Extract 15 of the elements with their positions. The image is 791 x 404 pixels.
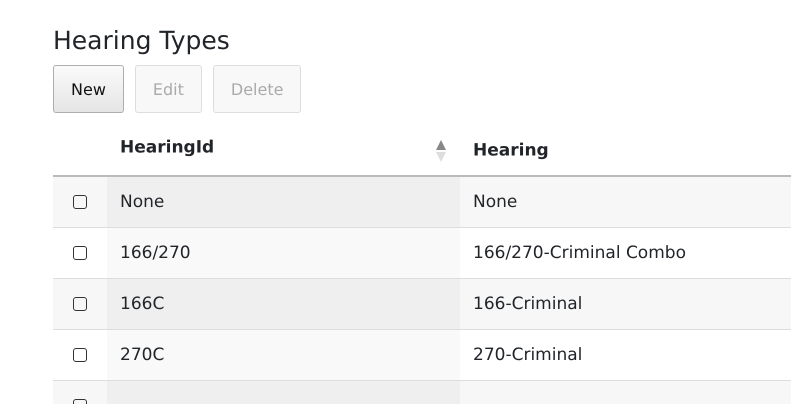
table-cell: None	[473, 192, 518, 212]
row-checkbox[interactable]	[73, 348, 87, 362]
table-cell: 166-Criminal	[473, 294, 582, 314]
sort-icon	[435, 139, 447, 163]
table-cell: 270C	[120, 345, 164, 365]
table-cell: 166/270-Criminal Combo	[473, 243, 686, 263]
toolbar-button[interactable]: New	[53, 65, 124, 113]
table-cell: 166/270	[120, 243, 191, 263]
row-checkbox[interactable]	[73, 297, 87, 312]
row-checkbox[interactable]	[73, 195, 87, 210]
table-cell: 270-Criminal	[473, 345, 582, 365]
table-cell: 166C	[120, 294, 164, 314]
table-cell: None	[120, 192, 164, 212]
page-title: Hearing Types	[53, 25, 230, 57]
row-checkbox[interactable]	[73, 246, 87, 260]
